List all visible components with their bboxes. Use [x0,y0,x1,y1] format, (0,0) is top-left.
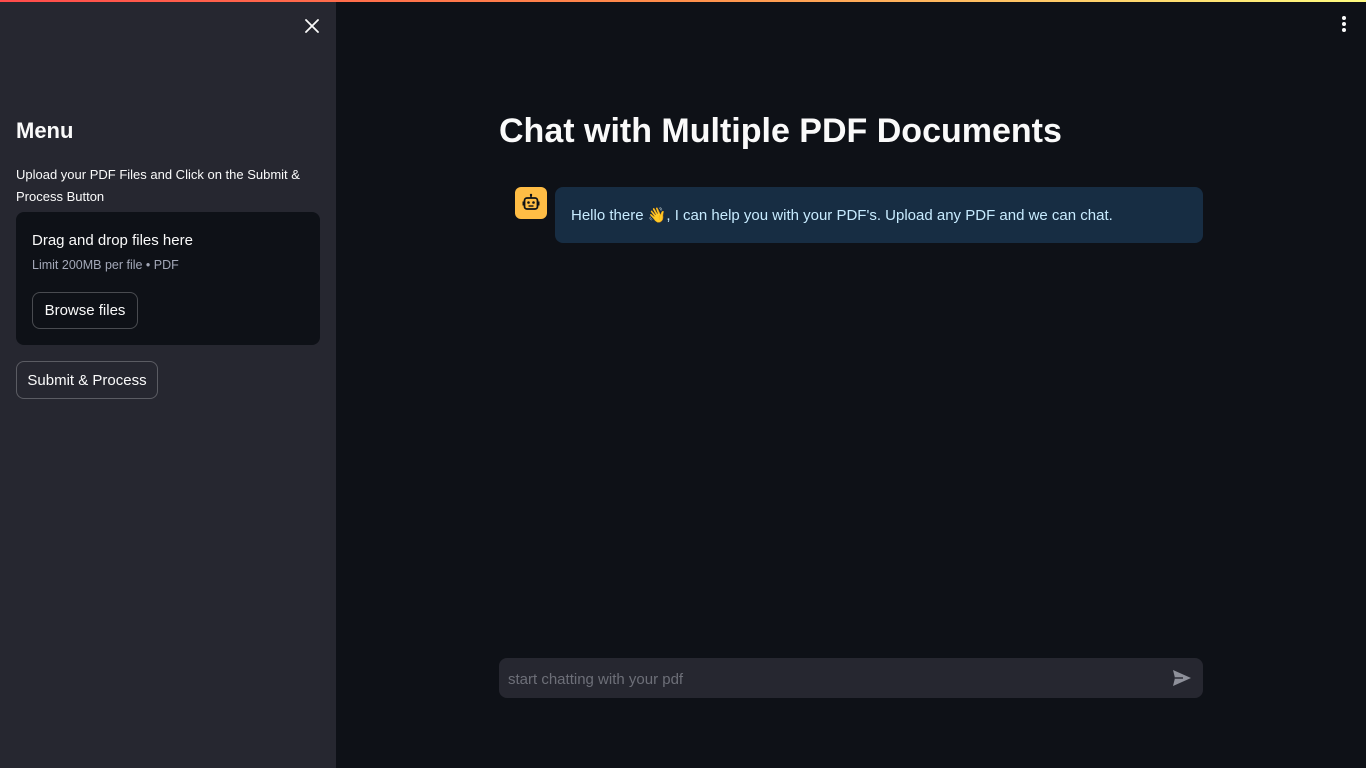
page-title: Chat with Multiple PDF Documents [499,112,1062,150]
send-icon [1173,670,1191,686]
more-vertical-icon-dot [1342,16,1346,20]
more-vertical-icon-dot [1342,22,1346,26]
submit-process-button[interactable]: Submit & Process [16,361,158,399]
dropzone-title: Drag and drop files here [32,232,193,249]
close-sidebar-button[interactable] [300,16,324,36]
sidebar-heading: Menu [16,118,74,143]
send-button[interactable] [1171,667,1193,689]
assistant-message: Hello there 👋, I can help you with your … [555,187,1203,243]
more-vertical-icon-dot [1342,28,1346,32]
file-dropzone[interactable]: Drag and drop files here Limit 200MB per… [16,212,320,345]
dropzone-limit-text: Limit 200MB per file • PDF [32,258,179,272]
chat-input-container [499,658,1203,698]
top-decoration-bar [0,0,1366,2]
close-icon [305,19,319,33]
sidebar: Menu Upload your PDF Files and Click on … [0,0,336,768]
assistant-message-text: Hello there 👋, I can help you with your … [571,207,1113,224]
upload-instructions: Upload your PDF Files and Click on the S… [16,167,300,204]
chat-input[interactable] [499,658,1159,698]
assistant-avatar [515,187,547,219]
browse-files-button[interactable]: Browse files [32,292,138,329]
robot-icon [522,193,540,210]
main-menu-button[interactable] [1336,14,1352,34]
